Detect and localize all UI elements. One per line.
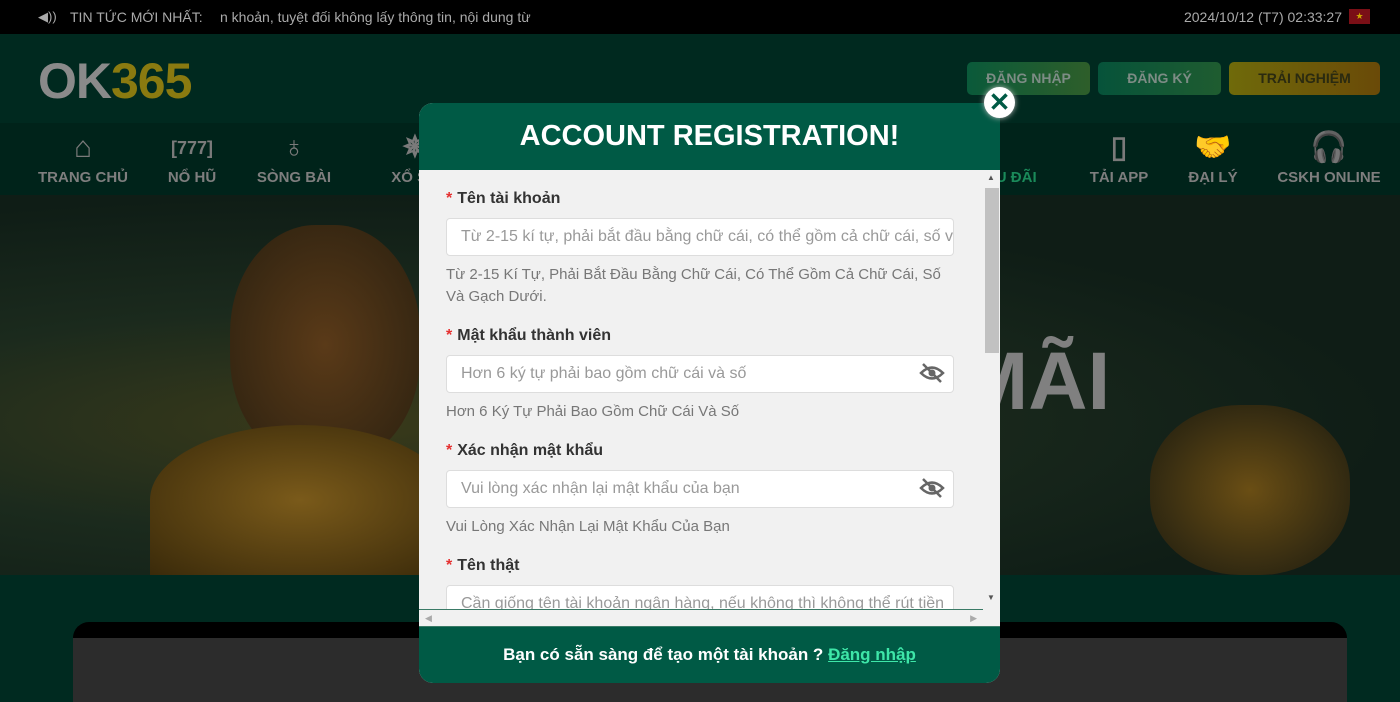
roulette-icon: ♁ [282, 131, 306, 164]
registration-modal: ACCOUNT REGISTRATION! * Tên tài khoản Từ … [419, 103, 1000, 683]
username-hint: Từ 2-15 Kí Tự, Phải Bắt Đầu Bằng Chữ Cái… [446, 266, 941, 305]
password-label: Mật khẩu thành viên [457, 327, 612, 344]
password-input[interactable]: Hơn 6 ký tự phải bao gồm chữ cái và số [446, 355, 954, 393]
modal-title: ACCOUNT REGISTRATION! [419, 103, 1000, 170]
vietnam-flag-icon[interactable]: ★ [1349, 9, 1370, 24]
confirm-password-label: Xác nhận mật khẩu [457, 442, 604, 459]
confirm-password-field-group: * Xác nhận mật khẩu Vui lòng xác nhận lại… [446, 442, 954, 538]
confirm-password-hint: Vui Lòng Xác Nhận Lại Mật Khẩu Của Bạn [446, 518, 730, 535]
login-link[interactable]: Đăng nhập [828, 645, 916, 664]
vertical-scrollbar[interactable]: ▲ ▼ [983, 170, 1000, 610]
username-label: Tên tài khoản [457, 190, 561, 207]
pot-of-gold-image [1150, 405, 1350, 575]
nav-support[interactable]: 🎧 CSKH ONLINE [1269, 123, 1389, 186]
nav-agent[interactable]: 🤝 ĐẠI LÝ [1153, 123, 1273, 186]
confirm-password-input[interactable]: Vui lòng xác nhận lại mật khẩu của bạn [446, 470, 954, 508]
horizontal-scrollbar[interactable]: ◀ ▶ [419, 609, 983, 626]
register-button[interactable]: ĐĂNG KÝ [1098, 62, 1221, 95]
login-button[interactable]: ĐĂNG NHẬP [967, 62, 1090, 95]
speaker-icon: ◀)) [38, 9, 57, 24]
modal-form: * Tên tài khoản Từ 2-15 kí tự, phải bắt đ… [419, 170, 1000, 627]
modal-footer: Bạn có sẵn sàng để tạo một tài khoản ? Đ… [419, 627, 1000, 683]
real-name-label: Tên thật [457, 557, 520, 574]
news-label: TIN TỨC MỚI NHẤT: [70, 9, 203, 25]
headset-icon: 🎧 [1310, 131, 1348, 164]
close-icon[interactable]: ✕ [984, 87, 1015, 118]
required-mark: * [446, 442, 453, 459]
handshake-icon: 🤝 [1194, 131, 1232, 164]
home-icon: ⌂ [73, 131, 93, 164]
datetime: 2024/10/12 (T7) 02:33:27 [1183, 9, 1342, 25]
required-mark: * [446, 557, 453, 574]
nav-home[interactable]: ⌂ TRANG CHỦ [23, 123, 143, 186]
password-hint: Hơn 6 Ký Tự Phải Bao Gồm Chữ Cái Và Số [446, 403, 740, 420]
eye-off-icon[interactable] [919, 477, 945, 499]
logo[interactable]: OK365 [38, 52, 192, 110]
username-field-group: * Tên tài khoản Từ 2-15 kí tự, phải bắt đ… [446, 190, 954, 308]
required-mark: * [446, 190, 453, 207]
required-mark: * [446, 327, 453, 344]
password-field-group: * Mật khẩu thành viên Hơn 6 ký tự phải ba… [446, 327, 954, 423]
trial-button[interactable]: TRẢI NGHIỆM [1229, 62, 1380, 95]
top-bar: ◀)) TIN TỨC MỚI NHẤT: n khoản, tuyệt đối… [0, 0, 1400, 34]
gold-coins-image [150, 425, 450, 575]
username-input[interactable]: Từ 2-15 kí tự, phải bắt đầu bằng chữ cái… [446, 218, 954, 256]
news-ticker[interactable]: n khoản, tuyệt đối không lấy thông tin, … [220, 9, 531, 25]
eye-off-icon[interactable] [919, 362, 945, 384]
nav-casino[interactable]: ♁ SÒNG BÀI [234, 123, 354, 186]
